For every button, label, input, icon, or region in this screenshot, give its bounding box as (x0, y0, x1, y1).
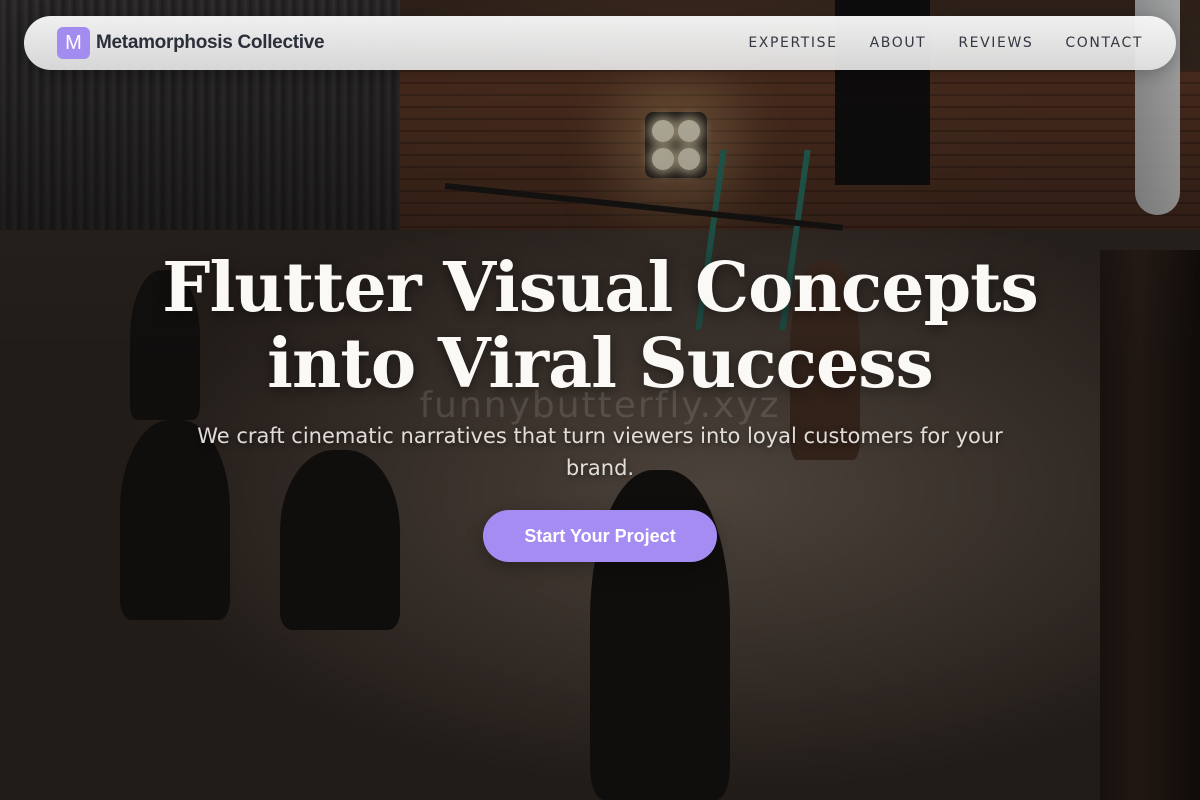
nav-link-about[interactable]: ABOUT (870, 35, 927, 51)
nav-link-contact[interactable]: CONTACT (1065, 35, 1143, 51)
hero-headline: Flutter Visual Concepts into Viral Succe… (100, 250, 1100, 402)
nav-links: EXPERTISE ABOUT REVIEWS CONTACT (748, 35, 1143, 51)
brand[interactable]: M Metamorphosis Collective (57, 27, 325, 59)
logo-icon[interactable]: M (57, 27, 90, 59)
start-project-button[interactable]: Start Your Project (483, 510, 717, 562)
nav-link-reviews[interactable]: REVIEWS (958, 35, 1033, 51)
top-navbar: M Metamorphosis Collective EXPERTISE ABO… (24, 16, 1176, 70)
nav-link-expertise[interactable]: EXPERTISE (748, 35, 837, 51)
brand-name[interactable]: Metamorphosis Collective (96, 32, 325, 54)
hero-subtitle: We craft cinematic narratives that turn … (197, 424, 1003, 480)
headline-line-1: Flutter Visual Concepts (162, 248, 1039, 328)
headline-line-2: into Viral Success (267, 324, 934, 404)
